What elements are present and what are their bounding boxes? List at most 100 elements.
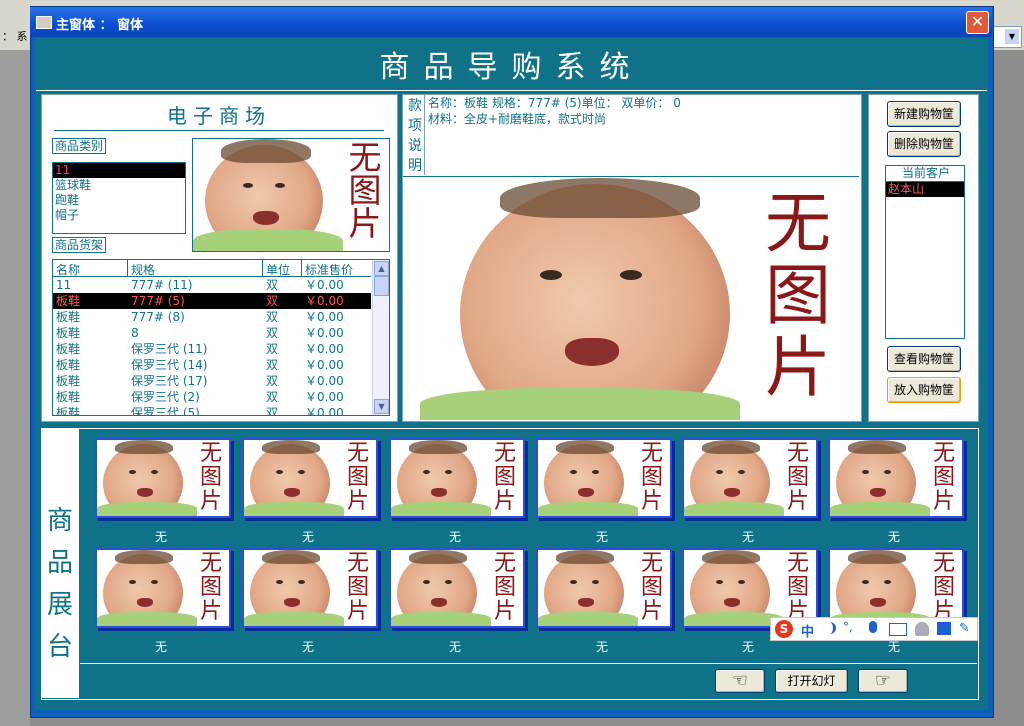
table-row[interactable]: 板鞋 保罗三代 (5) 双 ￥0.00 [53, 405, 371, 416]
showcase-thumbnail[interactable]: 无图片 [682, 438, 818, 518]
background-app-label: ： 系 [2, 30, 28, 43]
column-header[interactable]: 规格 [131, 261, 155, 278]
window-form-icon [36, 16, 52, 29]
table-row[interactable]: 板鞋 保罗三代 (17) 双 ￥0.00 [53, 373, 371, 389]
thumbnail-caption: 无 [595, 640, 608, 654]
thumbnail-caption: 无 [741, 640, 754, 654]
category-item[interactable]: 11 [53, 163, 185, 178]
showcase-thumbnail[interactable]: 无图片 [389, 438, 525, 518]
close-button[interactable]: ✕ [966, 11, 989, 34]
prev-button[interactable]: ☜ [715, 669, 765, 693]
table-cell: 板鞋 [56, 326, 81, 340]
category-photo: 无图片 [192, 138, 390, 252]
table-cell: 777# (11) [131, 278, 193, 292]
category-item[interactable]: 篮球鞋 [53, 178, 185, 193]
table-cell: ￥0.00 [305, 390, 344, 404]
put-in-cart-button[interactable]: 放入购物筐 [887, 377, 961, 403]
window-titlebar[interactable]: 主窗体 ： 窗体 [30, 7, 992, 37]
table-row[interactable]: 11 777# (11) 双 ￥0.00 [53, 277, 371, 293]
column-header[interactable]: 名称 [56, 261, 80, 278]
no-image-text: 无图片 [786, 441, 809, 514]
table-cell: 双 [266, 406, 279, 416]
table-cell: 双 [266, 342, 279, 356]
showcase-thumbnail[interactable]: 无图片 [682, 548, 818, 628]
user-icon[interactable] [915, 622, 929, 636]
table-cell: 板鞋 [56, 310, 81, 324]
showcase-thumbnail[interactable]: 无图片 [536, 438, 672, 518]
scroll-up-icon[interactable]: ▲ [374, 261, 389, 276]
table-cell: ￥0.00 [305, 278, 344, 292]
showcase-thumbnail[interactable]: 无图片 [389, 548, 525, 628]
ime-toolbar[interactable]: S 中 °, ✎ [770, 617, 978, 641]
scroll-down-icon[interactable]: ▼ [374, 399, 389, 414]
slideshow-button[interactable]: 打开幻灯 [775, 669, 848, 693]
customer-list[interactable]: 当前客户 赵本山 [885, 165, 965, 339]
microphone-icon[interactable] [869, 621, 877, 633]
table-row[interactable]: 板鞋 保罗三代 (11) 双 ￥0.00 [53, 341, 371, 357]
view-cart-button[interactable]: 查看购物筐 [887, 346, 961, 372]
table-row[interactable]: 板鞋 保罗三代 (14) 双 ￥0.00 [53, 357, 371, 373]
no-image-text: 无图片 [346, 551, 369, 624]
category-item[interactable]: 跑鞋 [53, 193, 185, 208]
description-line-1: 名称：板鞋 规格：777# (5)单位： 双单价： 0 [428, 96, 681, 110]
thumbnail-caption: 无 [741, 530, 754, 544]
category-item[interactable]: 帽子 [53, 208, 185, 223]
no-image-text: 无图片 [348, 138, 382, 243]
keyboard-icon[interactable] [889, 623, 907, 636]
table-cell: 板鞋 [56, 358, 81, 372]
table-row[interactable]: 板鞋 8 双 ￥0.00 [53, 325, 371, 341]
no-image-text: 无图片 [640, 551, 663, 624]
table-cell: 保罗三代 (11) [131, 342, 208, 356]
grid-scrollbar[interactable]: ▲ ▼ [372, 260, 389, 415]
product-grid[interactable]: 名称 规格 单位 标准售价 11 777# (11) 双 ￥0.00 板鞋 777# (5… [52, 259, 390, 416]
showcase-thumbnail[interactable]: 无图片 [242, 548, 378, 628]
next-button[interactable]: ☞ [858, 669, 908, 693]
no-image-text: 无图片 [640, 441, 663, 514]
table-cell: ￥0.00 [305, 294, 344, 308]
table-row[interactable]: 板鞋 保罗三代 (2) 双 ￥0.00 [53, 389, 371, 405]
wrench-icon[interactable]: ✎ [959, 621, 970, 636]
moon-icon[interactable] [823, 622, 836, 634]
table-row[interactable]: 板鞋 777# (5) 双 ￥0.00 [53, 293, 371, 309]
table-cell: 777# (8) [131, 310, 185, 324]
showcase-thumbnail[interactable]: 无图片 [828, 438, 964, 518]
table-cell: 双 [266, 326, 279, 340]
table-cell: 777# (5) [131, 294, 185, 308]
thumbnail-caption: 无 [154, 640, 167, 654]
shelf-label: 商品货架 [52, 237, 107, 253]
scroll-thumb[interactable] [374, 276, 389, 296]
customer-item[interactable]: 赵本山 [886, 182, 964, 197]
table-cell: 板鞋 [56, 294, 81, 308]
punctuation-icon[interactable]: °, [843, 620, 853, 634]
table-cell: 双 [266, 358, 279, 372]
background-left-margin [0, 50, 30, 726]
table-cell: ￥0.00 [305, 310, 344, 324]
showcase-thumbnail[interactable]: 无图片 [828, 548, 964, 628]
sogou-logo-icon[interactable]: S [775, 620, 793, 638]
table-cell: ￥0.00 [305, 326, 344, 340]
column-header[interactable]: 标准售价 [305, 261, 353, 278]
hand-right-icon: ☞ [874, 670, 892, 691]
product-large-photo: 无图片 [420, 178, 856, 420]
table-cell: 保罗三代 (14) [131, 358, 208, 372]
no-image-text: 无图片 [493, 551, 516, 624]
column-header[interactable]: 单位 [266, 261, 290, 278]
shirt-icon[interactable] [937, 622, 951, 635]
chevron-down-icon[interactable]: ▼ [1005, 29, 1019, 44]
no-image-text: 无图片 [199, 441, 222, 514]
new-cart-button[interactable]: 新建购物筐 [887, 101, 961, 127]
delete-cart-button[interactable]: 删除购物筐 [887, 131, 961, 157]
window-title: 主窗体 ： 窗体 [56, 18, 144, 33]
showcase-thumbnail[interactable]: 无图片 [95, 548, 231, 628]
category-list[interactable]: 11 篮球鞋 跑鞋 帽子 [52, 162, 186, 234]
showcase-thumbnail[interactable]: 无图片 [242, 438, 378, 518]
thumbnail-caption: 无 [154, 530, 167, 544]
table-cell: ￥0.00 [305, 358, 344, 372]
showcase-thumbnail[interactable]: 无图片 [536, 548, 672, 628]
table-row[interactable]: 板鞋 777# (8) 双 ￥0.00 [53, 309, 371, 325]
ime-lang-toggle[interactable]: 中 [801, 621, 814, 640]
table-cell: 双 [266, 390, 279, 404]
background-combo[interactable]: ▼ [990, 26, 1022, 48]
showcase-thumbnail[interactable]: 无图片 [95, 438, 231, 518]
customer-list-header: 当前客户 [886, 166, 964, 182]
